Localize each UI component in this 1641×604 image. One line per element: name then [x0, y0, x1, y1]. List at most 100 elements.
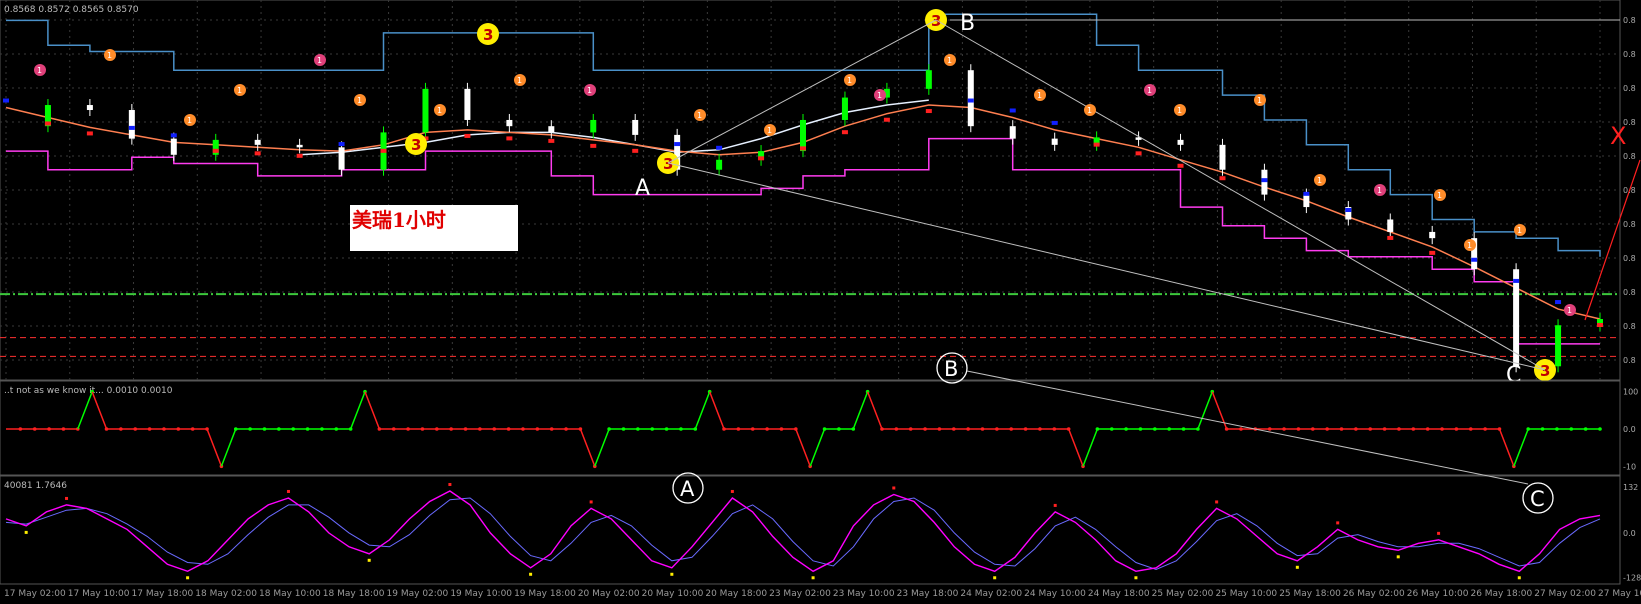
time-axis-label: 19 May 02:00 — [387, 589, 449, 599]
candle-body — [1219, 144, 1226, 170]
count-marker-small-text: 1 — [237, 86, 242, 95]
oscillator-trough-dot — [811, 576, 815, 580]
time-axis-label: 25 May 10:00 — [1215, 589, 1277, 599]
blue-dot — [1303, 191, 1310, 196]
indicator2-header-text: 40081 1.7646 — [4, 481, 67, 491]
oscillator-peak-dot — [1215, 500, 1219, 504]
time-axis-label: 18 May 18:00 — [323, 589, 385, 599]
oscillator-trough-dot — [993, 576, 997, 580]
step-indicator-y-tick: 100 — [1623, 388, 1638, 397]
chart-canvas: 0.8568 0.8572 0.8565 0.8570 33333ABCX111… — [0, 0, 1641, 600]
red-dot — [632, 148, 639, 153]
oscillator-trough-dot — [1134, 576, 1138, 580]
time-axis-label: 17 May 10:00 — [68, 589, 130, 599]
time-axis-label: 19 May 10:00 — [450, 589, 512, 599]
y-tick-label: 0.8 — [1623, 186, 1636, 195]
time-axis-label: 27 May 10:00 — [1598, 589, 1641, 599]
red-dot — [548, 138, 555, 143]
count-marker-small-text: 1 — [107, 51, 112, 60]
count-marker-3-text: 3 — [411, 136, 421, 154]
oscillator-peak-dot — [1437, 531, 1441, 535]
oscillator-peak-dot — [589, 500, 593, 504]
wave-c-marker-text: 3 — [1540, 362, 1550, 380]
oscillator-peak-dot — [1336, 521, 1340, 525]
lower-wave-c-label: C — [1530, 487, 1545, 511]
oscillator-trough-dot — [367, 558, 371, 562]
time-axis-label: 20 May 18:00 — [705, 589, 767, 599]
count-marker-small-text: 1 — [1257, 96, 1262, 105]
oscillator-y-tick: -128 — [1623, 574, 1641, 583]
candle-body — [170, 138, 177, 155]
oscillator-trough-dot — [529, 572, 533, 576]
red-dot — [1177, 163, 1184, 168]
red-dot — [86, 131, 93, 136]
time-axis-label: 27 May 02:00 — [1534, 589, 1596, 599]
blue-dot — [170, 133, 177, 138]
oscillator-peak-dot — [730, 489, 734, 493]
candle-body — [967, 70, 974, 127]
time-axis-label: 20 May 10:00 — [642, 589, 704, 599]
time-axis-label: 20 May 02:00 — [578, 589, 640, 599]
chart-root: 0.8568 0.8572 0.8565 0.8570 33333ABCX111… — [0, 0, 1641, 600]
oscillator-panel: 40081 1.7646 132 0.0 -128 — [0, 475, 1641, 585]
time-axis-label: 17 May 18:00 — [132, 589, 194, 599]
count-marker-small-text: 1 — [317, 56, 322, 65]
oscillator-y-tick: 0.0 — [1623, 529, 1636, 538]
y-tick-label: 0.8 — [1623, 254, 1636, 263]
blue-dot — [967, 98, 974, 103]
red-dot — [44, 121, 51, 126]
time-axis-label: 26 May 02:00 — [1343, 589, 1405, 599]
step-indicator-y-tick: -10 — [1623, 462, 1636, 471]
count-marker-small-text: 1 — [1517, 226, 1522, 235]
time-axis-label: 23 May 10:00 — [833, 589, 895, 599]
candle-body — [1429, 231, 1436, 239]
blue-dot — [128, 125, 135, 130]
oscillator-trough-dot — [24, 530, 28, 534]
y-tick-label: 0.8 — [1623, 152, 1636, 161]
y-tick-label: 0.8 — [1623, 356, 1636, 365]
wave-b-marker-text: 3 — [931, 12, 941, 30]
oscillator-trough-dot — [1295, 565, 1299, 569]
time-axis-label: 24 May 10:00 — [1024, 589, 1086, 599]
count-marker-small-text: 1 — [437, 106, 442, 115]
time-axis-label: 24 May 02:00 — [960, 589, 1022, 599]
red-dot — [590, 143, 597, 148]
oscillator-trough-dot — [1396, 555, 1400, 559]
lower-wave-a-label: A — [680, 477, 695, 501]
time-axis-label: 18 May 02:00 — [195, 589, 257, 599]
candle-body — [86, 105, 93, 111]
red-dot — [1219, 176, 1226, 181]
candle-body — [1009, 126, 1016, 139]
red-dot — [1387, 235, 1394, 240]
red-dot — [758, 156, 765, 161]
count-marker-small-text: 1 — [357, 96, 362, 105]
blue-dot — [1555, 300, 1562, 305]
candle-body — [716, 159, 723, 170]
y-tick-label: 0.8 — [1623, 84, 1636, 93]
candle-body — [1555, 325, 1562, 367]
blue-dot — [674, 142, 681, 147]
candle-body — [254, 139, 261, 145]
candle-body — [841, 97, 848, 120]
count-marker-small-text: 1 — [1317, 176, 1322, 185]
y-tick-label: 0.8 — [1623, 322, 1636, 331]
candle-body — [590, 119, 597, 133]
count-marker-small-text: 1 — [587, 86, 592, 95]
blue-dot — [1051, 120, 1058, 125]
time-axis-label: 26 May 18:00 — [1470, 589, 1532, 599]
red-dot — [1429, 250, 1436, 255]
candle-body — [1261, 169, 1268, 195]
oscillator-trough-dot — [670, 572, 674, 576]
time-axis: 17 May 02:00 17 May 10:00 17 May 18:00 18 M… — [4, 589, 1641, 599]
oscillator-y-tick: 132 — [1623, 483, 1638, 492]
count-marker-small-text: 1 — [947, 56, 952, 65]
count-marker-small-text: 1 — [1377, 186, 1382, 195]
time-axis-label: 24 May 18:00 — [1088, 589, 1150, 599]
red-dot — [212, 148, 219, 153]
blue-dot — [716, 145, 723, 150]
red-dot — [800, 146, 806, 151]
main-header-text: 0.8568 0.8572 0.8565 0.8570 — [4, 5, 139, 15]
indicator1-header-text: ..t not as we know it... 0.0010 0.0010 — [4, 386, 173, 396]
time-axis-label: 19 May 18:00 — [514, 589, 576, 599]
count-marker-small-text: 1 — [187, 116, 192, 125]
